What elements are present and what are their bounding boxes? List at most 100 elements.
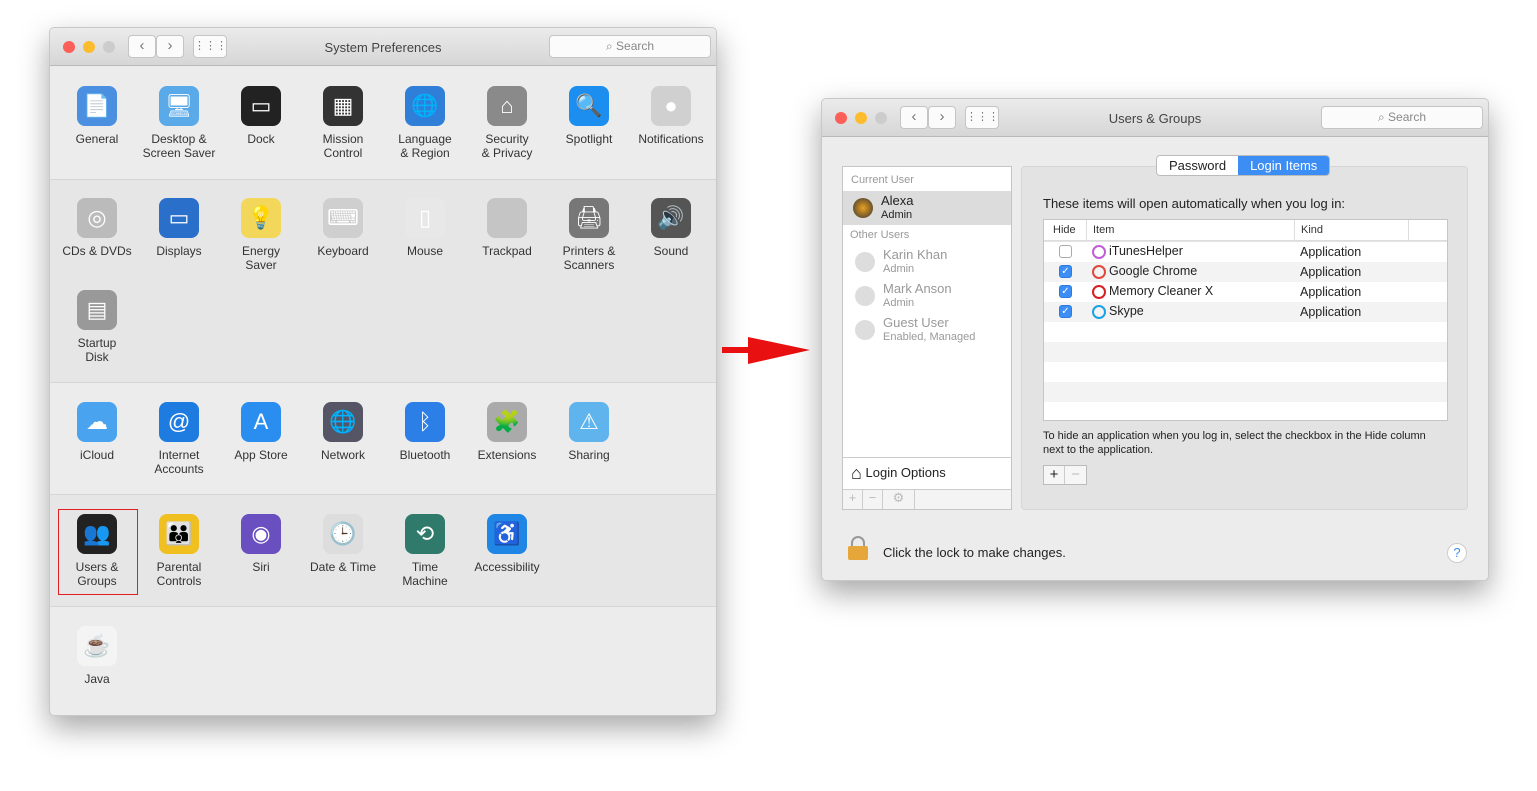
pref-label: Energy Saver [241, 244, 281, 272]
add-item-button[interactable]: + [1044, 466, 1065, 484]
column-header-hide[interactable]: Hide [1053, 224, 1076, 236]
pref-siri[interactable]: ◉ Siri [220, 514, 302, 574]
pref-sound[interactable]: 🔊 Sound [630, 198, 712, 258]
pref-label: Notifications [638, 132, 704, 146]
search-icon: ⌕ [1377, 110, 1389, 124]
pref-label: Network [320, 448, 365, 462]
disc-icon: ◎ [77, 198, 117, 238]
user-item[interactable]: Mark Anson Admin [843, 279, 1011, 313]
pref-java[interactable]: ☕ Java [56, 626, 138, 686]
hide-checkbox[interactable]: ✓ [1059, 305, 1072, 318]
pref-notifications[interactable]: ● Notifications [630, 86, 712, 146]
pref-label: Language & Region [398, 132, 452, 160]
pref-app-store[interactable]: A App Store [220, 402, 302, 462]
hide-checkbox[interactable]: ✓ [1059, 285, 1072, 298]
pref-label: App Store [234, 448, 288, 462]
pref-label: Sharing [568, 448, 610, 462]
pref-label: Printers & Scanners [562, 244, 616, 272]
pref-label: Displays [156, 244, 202, 258]
search-input[interactable]: ⌕ Search [549, 35, 711, 58]
column-header-kind[interactable]: Kind [1294, 220, 1409, 241]
pref-cds-dvds[interactable]: ◎ CDs & DVDs [56, 198, 138, 258]
hide-checkbox[interactable]: ✓ [1059, 265, 1072, 278]
pref-label: Bluetooth [399, 448, 451, 462]
hide-checkbox[interactable] [1059, 245, 1072, 258]
pref-printers-scanners[interactable]: 🖨 Printers & Scanners [548, 198, 630, 272]
cloud-icon: ☁ [77, 402, 117, 442]
remove-item-button[interactable]: − [1065, 466, 1086, 484]
user-item-current[interactable]: Alexa Admin [843, 191, 1011, 225]
pref-security-privacy[interactable]: ⌂ Security & Privacy [466, 86, 548, 160]
pref-label: Dock [247, 132, 275, 146]
login-options-button[interactable]: ⌂ Login Options [851, 463, 946, 484]
pref-label: Trackpad [482, 244, 532, 258]
trackpad-icon [487, 198, 527, 238]
pref-mission-control[interactable]: ▦ Mission Control [302, 86, 384, 160]
pref-trackpad[interactable]: Trackpad [466, 198, 548, 258]
table-row[interactable]: iTunesHelper Application [1044, 242, 1447, 262]
sharing-folder-icon: ⚠ [569, 402, 609, 442]
column-header-item[interactable]: Item [1086, 220, 1120, 241]
pref-label: Security & Privacy [481, 132, 533, 160]
remove-user-button[interactable]: − [863, 490, 883, 510]
table-row[interactable]: ✓ Memory Cleaner X Application [1044, 282, 1447, 302]
pref-dock[interactable]: ▭ Dock [220, 86, 302, 146]
avatar [855, 252, 875, 272]
pref-language-region[interactable]: 🌐 Language & Region [384, 86, 466, 160]
pref-sharing[interactable]: ⚠ Sharing [548, 402, 630, 462]
pref-startup-disk[interactable]: ▤ Startup Disk [56, 290, 138, 364]
pref-spotlight[interactable]: 🔍 Spotlight [548, 86, 630, 146]
pref-label: General [75, 132, 119, 146]
lock-text: Click the lock to make changes. [883, 545, 1066, 560]
pref-icloud[interactable]: ☁ iCloud [56, 402, 138, 462]
pref-label: Spotlight [565, 132, 613, 146]
pref-label: CDs & DVDs [62, 244, 132, 258]
bluetooth-icon: ᛒ [405, 402, 445, 442]
pref-network[interactable]: 🌐 Network [302, 402, 384, 462]
pref-label: Desktop & Screen Saver [142, 132, 216, 160]
pref-bluetooth[interactable]: ᛒ Bluetooth [384, 402, 466, 462]
tab-password[interactable]: Password [1157, 156, 1239, 175]
gear-icon[interactable]: ⚙ [883, 490, 915, 510]
tab-login-items[interactable]: Login Items [1238, 156, 1330, 175]
display-icon: ▭ [159, 198, 199, 238]
pref-parental-controls[interactable]: 👪 Parental Controls [138, 514, 220, 588]
pref-label: Accessibility [474, 560, 540, 574]
desktop-icon: 🖥 [159, 86, 199, 126]
globe-flag-icon: 🌐 [405, 86, 445, 126]
pref-displays[interactable]: ▭ Displays [138, 198, 220, 258]
pref-energy-saver[interactable]: 💡 Energy Saver [220, 198, 302, 272]
title-bar: ‹ › ⋮⋮⋮ System Preferences ⌕ Search [50, 28, 716, 66]
avatar [855, 320, 875, 340]
current-user-header: Current User [851, 174, 914, 186]
pref-general[interactable]: 📄 General [56, 86, 138, 146]
help-button[interactable]: ? [1447, 543, 1467, 563]
table-row[interactable]: ✓ Skype Application [1044, 302, 1447, 322]
time-machine-icon: ⟲ [405, 514, 445, 554]
tab-bar: Password Login Items [1156, 155, 1331, 176]
user-item[interactable]: Karin Khan Admin [843, 245, 1011, 279]
pref-internet-accounts[interactable]: @ Internet Accounts [138, 402, 220, 476]
pref-date-time[interactable]: 🕒 Date & Time [302, 514, 384, 574]
pref-keyboard[interactable]: ⌨ Keyboard [302, 198, 384, 258]
avatar [855, 286, 875, 306]
table-row[interactable]: ✓ Google Chrome Application [1044, 262, 1447, 282]
lock-icon[interactable] [848, 536, 868, 560]
pref-accessibility[interactable]: ♿ Accessibility [466, 514, 548, 574]
skype-icon [1092, 305, 1106, 319]
java-icon: ☕ [77, 626, 117, 666]
pref-label: Java [84, 672, 110, 686]
user-item[interactable]: Guest User Enabled, Managed [843, 313, 1011, 347]
users-sidebar: Current User Alexa Admin Other Users Kar… [842, 166, 1012, 510]
search-input[interactable]: ⌕ Search [1321, 106, 1483, 129]
at-icon: @ [159, 402, 199, 442]
pref-label: Parental Controls [156, 560, 202, 588]
keyboard-icon: ⌨ [323, 198, 363, 238]
pref-label: Extensions [477, 448, 537, 462]
add-user-button[interactable]: + [843, 490, 863, 510]
pref-desktop-screen-saver[interactable]: 🖥 Desktop & Screen Saver [138, 86, 220, 160]
pref-mouse[interactable]: ▯ Mouse [384, 198, 466, 258]
pref-extensions[interactable]: 🧩 Extensions [466, 402, 548, 462]
pref-time-machine[interactable]: ⟲ Time Machine [384, 514, 466, 588]
clock-calendar-icon: 🕒 [323, 514, 363, 554]
